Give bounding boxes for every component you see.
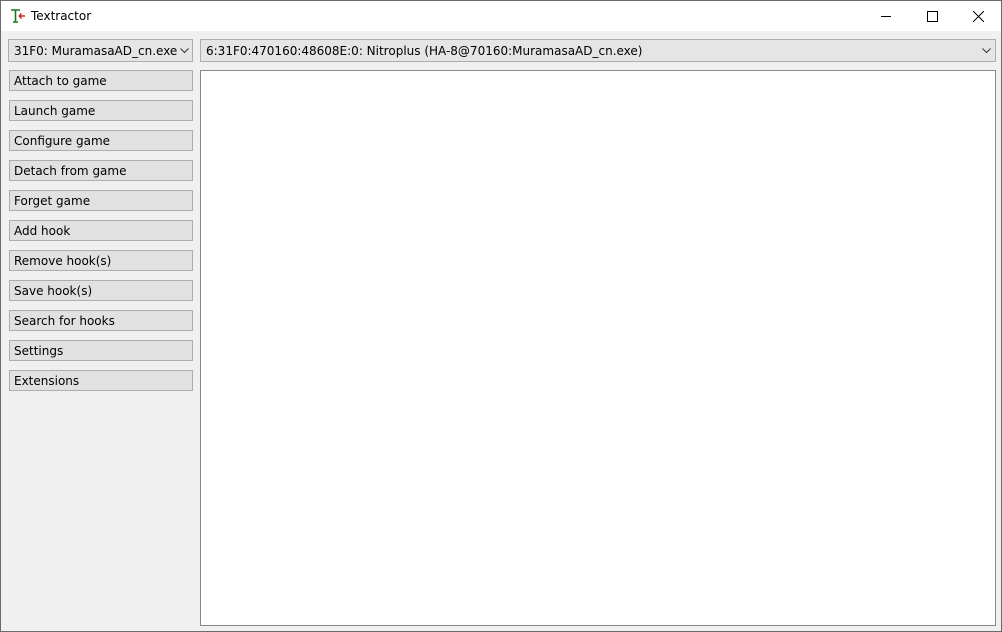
button-label: Attach to game bbox=[14, 74, 107, 88]
maximize-icon bbox=[927, 11, 938, 22]
button-label: Configure game bbox=[14, 134, 111, 148]
minimize-icon bbox=[881, 16, 891, 17]
extensions-button[interactable]: Extensions bbox=[9, 370, 193, 391]
textractor-icon bbox=[11, 9, 25, 23]
remove-hooks-button[interactable]: Remove hook(s) bbox=[9, 250, 193, 271]
chevron-down-icon bbox=[982, 48, 991, 54]
text-output-area[interactable] bbox=[200, 70, 996, 626]
button-label: Add hook bbox=[14, 224, 71, 238]
button-label: Forget game bbox=[14, 194, 91, 208]
button-label: Settings bbox=[14, 344, 64, 358]
launch-game-button[interactable]: Launch game bbox=[9, 100, 193, 121]
hook-select-value: 6:31F0:470160:48608E:0: Nitroplus (HA-8@… bbox=[206, 44, 643, 58]
title-bar[interactable]: Textractor bbox=[1, 1, 1001, 31]
search-for-hooks-button[interactable]: Search for hooks bbox=[9, 310, 193, 331]
maximize-button[interactable] bbox=[909, 1, 955, 31]
forget-game-button[interactable]: Forget game bbox=[9, 190, 193, 211]
attach-to-game-button[interactable]: Attach to game bbox=[9, 70, 193, 91]
button-label: Extensions bbox=[14, 374, 80, 388]
detach-from-game-button[interactable]: Detach from game bbox=[9, 160, 193, 181]
button-label: Save hook(s) bbox=[14, 284, 93, 298]
button-label: Launch game bbox=[14, 104, 96, 118]
save-hooks-button[interactable]: Save hook(s) bbox=[9, 280, 193, 301]
button-label: Remove hook(s) bbox=[14, 254, 112, 268]
close-button[interactable] bbox=[955, 1, 1001, 31]
button-label: Search for hooks bbox=[14, 314, 115, 328]
chevron-down-icon bbox=[180, 48, 189, 54]
add-hook-button[interactable]: Add hook bbox=[9, 220, 193, 241]
close-icon bbox=[973, 11, 984, 22]
process-select[interactable]: 31F0: MuramasaAD_cn.exe bbox=[8, 39, 193, 62]
button-label: Detach from game bbox=[14, 164, 127, 178]
hook-select[interactable]: 6:31F0:470160:48608E:0: Nitroplus (HA-8@… bbox=[200, 39, 996, 62]
window-title: Textractor bbox=[31, 9, 92, 23]
process-select-value: 31F0: MuramasaAD_cn.exe bbox=[14, 44, 178, 58]
configure-game-button[interactable]: Configure game bbox=[9, 130, 193, 151]
textractor-window: Textractor 31F0: MuramasaAD_cn.exe 6:31F… bbox=[0, 0, 1002, 632]
settings-button[interactable]: Settings bbox=[9, 340, 193, 361]
minimize-button[interactable] bbox=[863, 1, 909, 31]
